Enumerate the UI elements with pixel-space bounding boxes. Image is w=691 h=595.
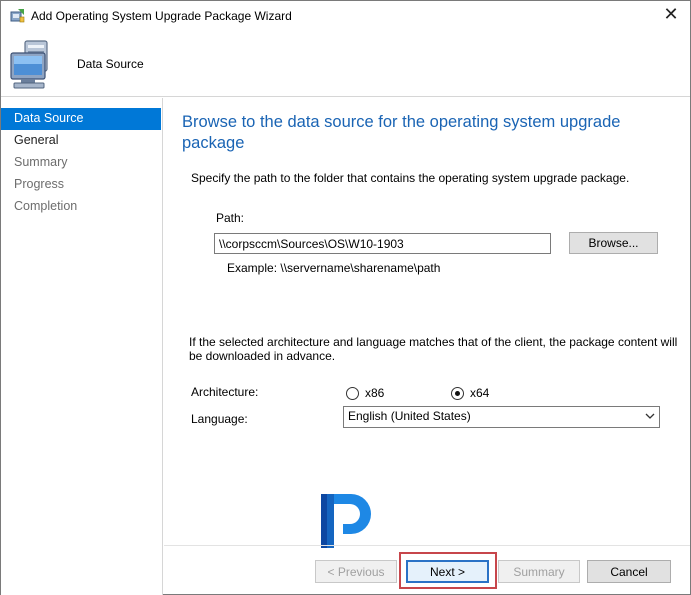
brand-logo-icon xyxy=(321,494,371,548)
path-example: Example: \\servername\sharename\path xyxy=(227,261,441,275)
next-button[interactable]: Next > xyxy=(406,560,489,583)
description-text: Specify the path to the folder that cont… xyxy=(191,171,630,185)
wizard-header: Data Source xyxy=(1,31,690,97)
nav-item-progress[interactable]: Progress xyxy=(1,174,162,196)
computer-icon xyxy=(10,40,48,89)
content-pane: Browse to the data source for the operat… xyxy=(164,98,690,538)
package-wizard-icon xyxy=(10,9,25,23)
nav-item-label: Summary xyxy=(14,155,68,169)
window-title: Add Operating System Upgrade Package Wiz… xyxy=(31,9,292,23)
header-title: Data Source xyxy=(77,57,144,71)
language-label: Language: xyxy=(191,412,248,426)
radio-x64-label: x64 xyxy=(470,386,490,400)
nav-item-completion[interactable]: Completion xyxy=(1,196,162,218)
nav-item-summary[interactable]: Summary xyxy=(1,152,162,174)
heading-line-2: package xyxy=(182,134,245,152)
radio-x64[interactable] xyxy=(451,387,464,400)
nav-item-general[interactable]: General xyxy=(1,130,162,152)
path-input[interactable] xyxy=(214,233,551,254)
wizard-window: Add Operating System Upgrade Package Wiz… xyxy=(0,0,691,595)
path-label: Path: xyxy=(216,211,245,225)
language-selected-value: English (United States) xyxy=(348,409,471,423)
nav-item-label: Data Source xyxy=(14,111,84,125)
browse-button[interactable]: Browse... xyxy=(569,232,658,254)
footer-divider xyxy=(164,545,690,546)
architecture-label: Architecture: xyxy=(191,385,259,399)
title-bar: Add Operating System Upgrade Package Wiz… xyxy=(1,1,690,31)
radio-x86[interactable] xyxy=(346,387,359,400)
close-icon: ✕ xyxy=(663,4,679,24)
nav-item-label: General xyxy=(14,133,59,147)
info-text: If the selected architecture and languag… xyxy=(189,335,678,363)
radio-x86-label: x86 xyxy=(365,386,385,400)
nav-item-label: Completion xyxy=(14,199,78,213)
nav-item-label: Progress xyxy=(14,177,65,191)
chevron-down-icon xyxy=(645,413,655,419)
page-heading: Browse to the data source for the operat… xyxy=(182,112,652,154)
wizard-nav: Data Source General Summary Progress Com… xyxy=(1,98,163,595)
language-select[interactable]: English (United States) xyxy=(343,406,660,428)
cancel-button[interactable]: Cancel xyxy=(587,560,671,583)
close-button[interactable]: ✕ xyxy=(658,3,684,27)
previous-button[interactable]: < Previous xyxy=(315,560,397,583)
heading-line-1: Browse to the data source for the operat… xyxy=(182,113,621,131)
summary-button[interactable]: Summary xyxy=(498,560,580,583)
nav-item-data-source[interactable]: Data Source xyxy=(1,108,161,130)
